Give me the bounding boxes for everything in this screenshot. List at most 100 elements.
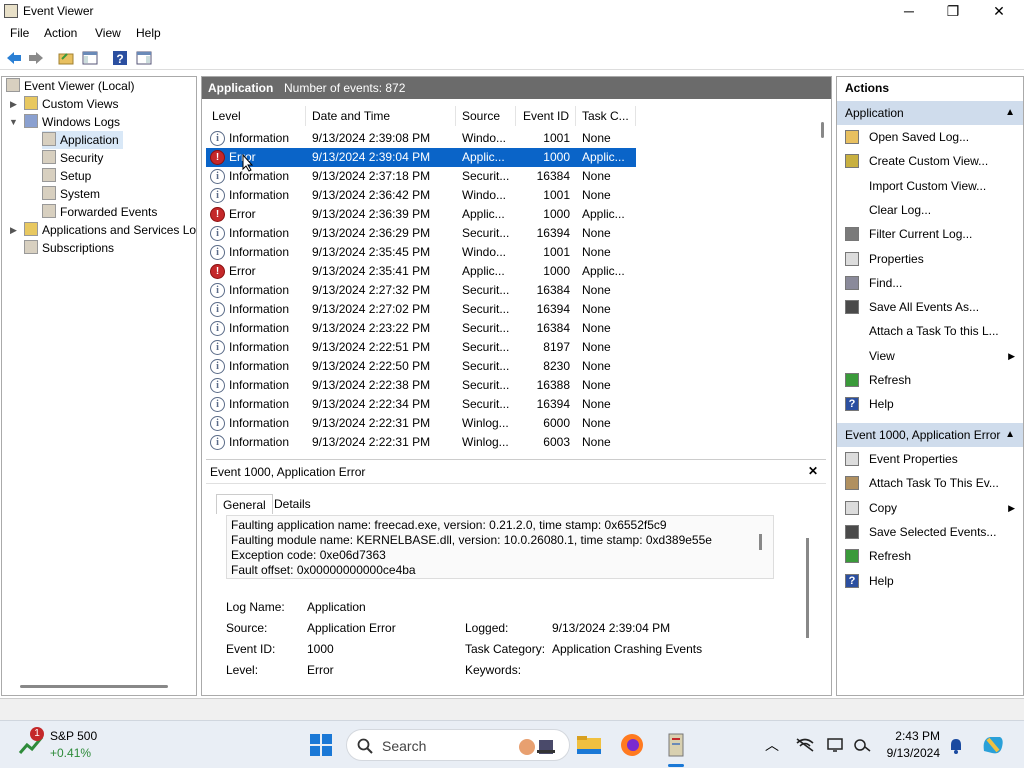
action-view[interactable]: View ▶ [837, 344, 1023, 368]
copy-icon [845, 500, 859, 515]
forward-arrow-icon[interactable] [28, 50, 44, 66]
action-properties[interactable]: Properties [837, 247, 1023, 271]
tab-details[interactable]: Details [268, 494, 317, 514]
collapse-chevron-icon[interactable]: ▼ [9, 117, 18, 127]
action-refresh[interactable]: Refresh [837, 544, 1023, 568]
tree-setup[interactable]: Setup [42, 167, 91, 185]
desc-scroll-thumb[interactable] [759, 534, 762, 550]
copilot-icon[interactable] [980, 733, 1006, 757]
notification-bell-icon[interactable] [948, 737, 964, 755]
help-icon[interactable]: ? [112, 50, 128, 66]
file-explorer-icon[interactable] [575, 731, 603, 759]
actions-section-event[interactable]: Event 1000, Application Error ▲ [837, 423, 1023, 447]
tree-root[interactable]: Event Viewer (Local) [6, 77, 135, 95]
column-header-datetime[interactable]: Date and Time [306, 106, 456, 126]
column-header-level[interactable]: Level [206, 106, 306, 126]
tree-system[interactable]: System [42, 185, 100, 203]
table-row[interactable]: i Information 9/13/2024 2:22:31 PM Winlog..… [206, 414, 636, 433]
minimize-button[interactable]: ─ [886, 0, 932, 22]
action-help[interactable]: ? Help [837, 569, 1023, 593]
action-import-custom-view[interactable]: Import Custom View... [837, 174, 1023, 198]
tree-security[interactable]: Security [42, 149, 103, 167]
table-row[interactable]: i Information 9/13/2024 2:22:38 PM Securit.… [206, 376, 636, 395]
clock-date[interactable]: 9/13/2024 [872, 746, 940, 760]
menu-action[interactable]: Action [44, 26, 77, 40]
table-row[interactable]: i Information 9/13/2024 2:27:02 PM Securit.… [206, 300, 636, 319]
table-row[interactable]: i Information 9/13/2024 2:37:18 PM Securit.… [206, 167, 636, 186]
detail-scroll-thumb[interactable] [806, 538, 809, 638]
action-filter-current-log[interactable]: Filter Current Log... [837, 222, 1023, 246]
menu-help[interactable]: Help [136, 26, 161, 40]
event-grid-scrollbar[interactable] [818, 104, 828, 454]
action-attach-task-to-this-ev[interactable]: Attach Task To This Ev... [837, 471, 1023, 495]
hidden-icons-chevron-icon[interactable]: ︿ [765, 735, 779, 755]
open-folder-icon[interactable] [58, 50, 74, 66]
action-refresh[interactable]: Refresh [837, 368, 1023, 392]
maximize-button[interactable]: ❐ [930, 0, 976, 22]
show-hide-tree-icon[interactable] [82, 50, 98, 66]
action-clear-log[interactable]: Clear Log... [837, 198, 1023, 222]
action-find[interactable]: Find... [837, 271, 1023, 295]
back-arrow-icon[interactable] [6, 50, 22, 66]
action-create-custom-view[interactable]: Create Custom View... [837, 149, 1023, 173]
save-icon [845, 524, 859, 539]
stock-name[interactable]: S&P 500 [50, 729, 97, 743]
tree-windows-logs[interactable]: Windows Logs [24, 113, 120, 131]
table-row[interactable]: i Information 9/13/2024 2:22:51 PM Securit.… [206, 338, 636, 357]
tab-general[interactable]: General [216, 494, 273, 514]
log-name: Application [208, 81, 274, 95]
expand-chevron-icon[interactable]: ▶ [10, 225, 17, 236]
table-row[interactable]: i Information 9/13/2024 2:27:32 PM Securit.… [206, 281, 636, 300]
table-row[interactable]: i Information 9/13/2024 2:23:22 PM Securit.… [206, 319, 636, 338]
tree-subscriptions[interactable]: Subscriptions [24, 239, 114, 257]
taskbar-search-box[interactable]: Search [346, 729, 570, 761]
firefox-icon[interactable] [618, 731, 646, 759]
display-icon[interactable] [826, 737, 846, 753]
column-header-source[interactable]: Source [456, 106, 516, 126]
action-save-all-events-as[interactable]: Save All Events As... [837, 295, 1023, 319]
column-header-task-category[interactable]: Task C... [576, 106, 636, 126]
tree-apps-services[interactable]: Applications and Services Lo [24, 221, 196, 239]
action-copy[interactable]: Copy ▶ [837, 496, 1023, 520]
action-event-properties[interactable]: Event Properties [837, 447, 1023, 471]
horizontal-scrollbar[interactable] [20, 685, 168, 688]
cell-task: None [582, 416, 611, 430]
scroll-thumb[interactable] [821, 122, 824, 138]
collapse-triangle-icon[interactable]: ▲ [1005, 101, 1015, 125]
settings-sync-icon[interactable] [852, 737, 872, 753]
column-header-event-id[interactable]: Event ID [516, 106, 576, 126]
close-button[interactable]: ✕ [976, 0, 1022, 22]
cell-source: Windo... [462, 245, 507, 259]
collapse-triangle-icon[interactable]: ▲ [1005, 423, 1015, 447]
show-hide-action-pane-icon[interactable] [136, 50, 152, 66]
table-row[interactable]: i Information 9/13/2024 2:35:45 PM Windo...… [206, 243, 636, 262]
table-row[interactable]: i Information 9/13/2024 2:22:50 PM Securit.… [206, 357, 636, 376]
detail-close-icon[interactable]: ✕ [808, 464, 818, 478]
network-disconnected-icon[interactable] [795, 737, 815, 753]
source-label: Source: [226, 621, 268, 635]
table-row[interactable]: i Information 9/13/2024 2:36:42 PM Windo...… [206, 186, 636, 205]
action-attach-a-task-to-this-l[interactable]: Attach a Task To this L... [837, 319, 1023, 343]
table-row[interactable]: i Information 9/13/2024 2:39:08 PM Windo...… [206, 129, 636, 148]
error-icon: ! [210, 264, 225, 279]
clock-time[interactable]: 2:43 PM [882, 729, 940, 743]
table-row[interactable]: ! Error 9/13/2024 2:36:39 PM Applic... 1000 A… [206, 205, 636, 224]
table-row[interactable]: i Information 9/13/2024 2:22:31 PM Winlog..… [206, 433, 636, 452]
cell-level: Error [229, 150, 256, 164]
tree-forwarded-events[interactable]: Forwarded Events [42, 203, 157, 221]
menu-file[interactable]: File [10, 26, 29, 40]
table-row[interactable]: ! Error 9/13/2024 2:39:04 PM Applic... 1000 A… [206, 148, 636, 167]
tree-custom-views[interactable]: Custom Views [24, 95, 118, 113]
table-row[interactable]: i Information 9/13/2024 2:22:34 PM Securit.… [206, 395, 636, 414]
action-help[interactable]: ? Help [837, 392, 1023, 416]
table-row[interactable]: ! Error 9/13/2024 2:35:41 PM Applic... 1000 A… [206, 262, 636, 281]
actions-section-application[interactable]: Application ▲ [837, 101, 1023, 125]
windows-start-icon[interactable] [307, 731, 335, 759]
action-save-selected-events[interactable]: Save Selected Events... [837, 520, 1023, 544]
event-viewer-taskbar-icon[interactable] [662, 731, 690, 759]
tree-application[interactable]: Application [42, 131, 123, 149]
menu-view[interactable]: View [95, 26, 121, 40]
action-open-saved-log[interactable]: Open Saved Log... [837, 125, 1023, 149]
expand-chevron-icon[interactable]: ▶ [10, 99, 17, 110]
table-row[interactable]: i Information 9/13/2024 2:36:29 PM Securit.… [206, 224, 636, 243]
